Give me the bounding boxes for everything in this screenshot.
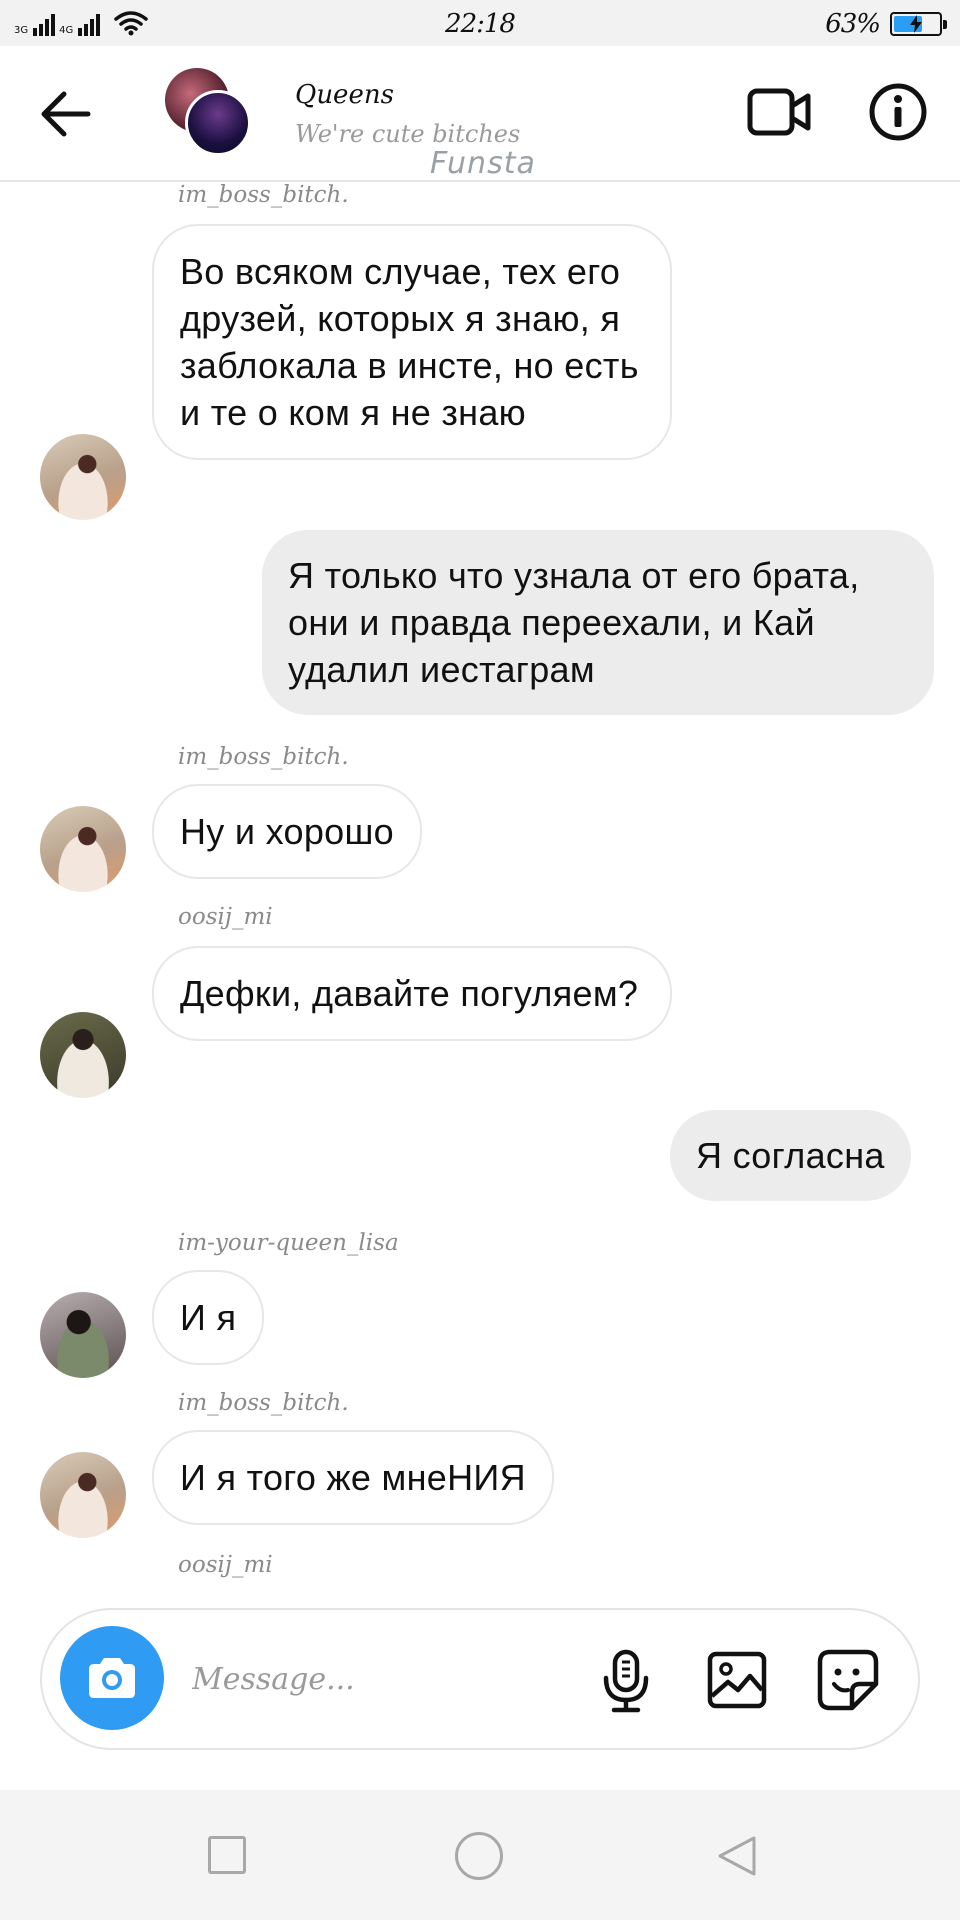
chat-subtitle: We're cute bitches (295, 120, 521, 148)
message-composer (40, 1608, 920, 1750)
image-icon[interactable] (706, 1650, 768, 1710)
message-bubble-incoming[interactable]: И я того же мнеНИЯ (152, 1430, 554, 1525)
triangle-back-icon[interactable] (712, 1832, 760, 1880)
message-sender: im_boss_bitch. (178, 744, 349, 770)
info-icon[interactable] (868, 82, 928, 142)
message-bubble-incoming[interactable]: Ну и хорошо (152, 784, 422, 879)
camera-button[interactable] (60, 1626, 164, 1730)
message-bubble-outgoing[interactable]: Я только что узнала от его брата, они и … (262, 530, 934, 715)
avatar[interactable] (40, 1012, 126, 1098)
message-bubble-incoming[interactable]: И я (152, 1270, 265, 1365)
microphone-icon[interactable] (598, 1648, 654, 1714)
clock: 22:18 (445, 9, 516, 39)
chat-header: Queens We're cute bitches Funsta (0, 46, 960, 182)
message-bubble-outgoing[interactable]: Я согласна (670, 1110, 911, 1201)
battery-status: 63% (825, 9, 947, 39)
status-bar: 3G 4G 22:18 63% (0, 0, 960, 46)
chat-title[interactable]: Queens (295, 80, 394, 110)
avatar[interactable] (40, 806, 126, 892)
avatar[interactable] (40, 1292, 126, 1378)
message-sender: oosij_mi (178, 1552, 273, 1578)
message-sender: im-your-queen_lisa (178, 1230, 399, 1256)
battery-icon (890, 12, 947, 36)
camera-icon (89, 1658, 135, 1698)
video-camera-icon[interactable] (746, 82, 812, 142)
message-sender: im_boss_bitch. (178, 1390, 349, 1416)
sticker-icon[interactable] (816, 1648, 880, 1712)
watermark: Funsta (430, 146, 536, 181)
battery-percent: 63% (825, 9, 881, 39)
square-icon[interactable] (208, 1836, 246, 1874)
message-bubble-incoming[interactable]: Дефки, давайте погуляем? (152, 946, 672, 1041)
avatar[interactable] (40, 434, 126, 520)
message-input[interactable] (192, 1654, 492, 1704)
message-sender: oosij_mi (178, 904, 273, 930)
message-sender: im_boss_bitch. (178, 182, 349, 208)
circle-icon[interactable] (455, 1832, 503, 1880)
arrow-left-icon[interactable] (38, 90, 92, 138)
avatar[interactable] (40, 1452, 126, 1538)
group-avatar[interactable] (165, 68, 255, 158)
message-bubble-incoming[interactable]: Во всяком случае, тех его друзей, которы… (152, 224, 672, 460)
charging-bolt-icon (892, 14, 940, 34)
group-avatar-front (185, 90, 251, 156)
system-nav-bar (0, 1790, 960, 1920)
